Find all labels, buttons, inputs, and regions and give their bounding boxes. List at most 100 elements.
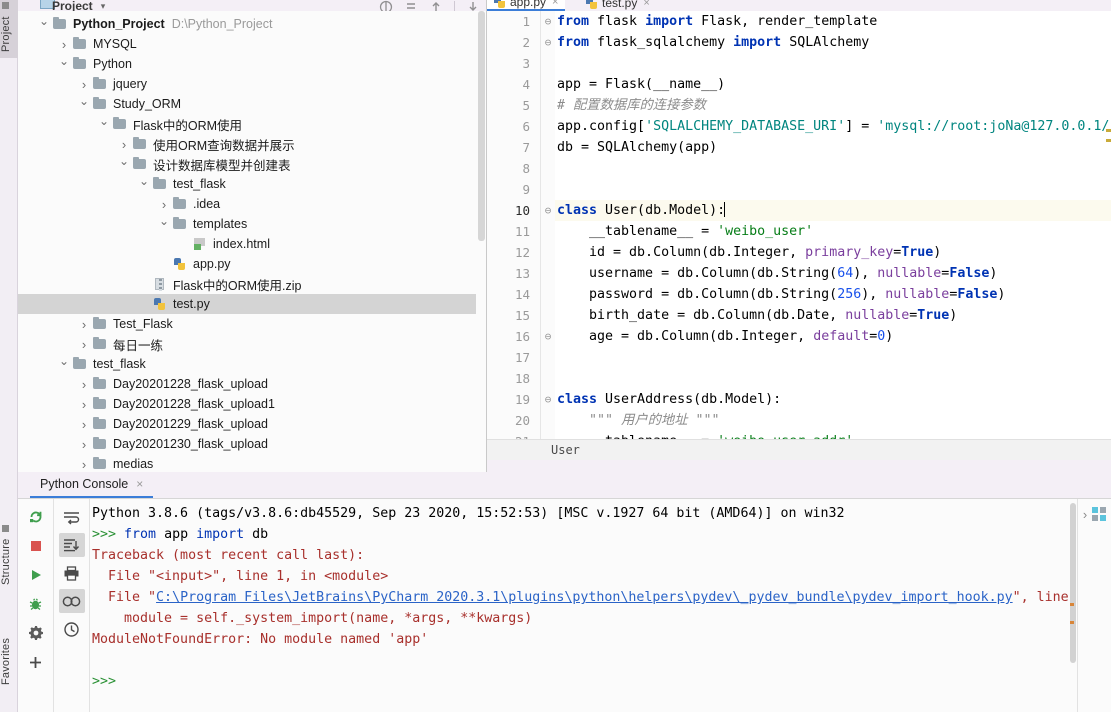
soft-wrap-icon[interactable] [59,505,85,529]
breadcrumb[interactable]: User [487,439,1111,460]
scrollbar-thumb[interactable] [478,11,485,241]
line-number[interactable]: 10 [487,200,540,221]
code-text-area[interactable]: from flask import Flask, render_template… [555,11,1111,439]
line-number[interactable]: 8 [487,158,540,179]
collapse-all-icon[interactable] [404,0,418,11]
line-number[interactable]: 6 [487,116,540,137]
tree-node[interactable]: test_flask [18,174,476,194]
chevron-right-icon[interactable] [156,198,172,211]
tree-node[interactable]: Study_ORM [18,94,476,114]
code-line[interactable]: username = db.Column(db.String(64), null… [555,263,1111,284]
code-line[interactable]: age = db.Column(db.Integer, default=0) [555,326,1111,347]
code-line[interactable]: id = db.Column(db.Integer, primary_key=T… [555,242,1111,263]
line-number[interactable]: 11 [487,221,540,242]
line-number[interactable]: 1 [487,11,540,32]
run-icon[interactable] [23,563,49,587]
tree-node[interactable]: test_flask [18,354,476,374]
code-line[interactable] [555,179,1111,200]
hide-icon[interactable] [466,0,480,11]
code-line[interactable]: app = Flask(__name__) [555,74,1111,95]
code-line[interactable]: birth_date = db.Column(db.Date, nullable… [555,305,1111,326]
tree-node[interactable]: Day20201229_flask_upload [18,414,476,434]
chevron-right-icon[interactable] [76,418,92,431]
chevron-right-icon[interactable] [76,338,92,351]
chevron-down-icon[interactable] [156,218,172,230]
show-variables-icon[interactable] [58,589,85,613]
chevron-down-icon[interactable]: ▾ [101,1,106,11]
fold-marker-icon[interactable]: ⊖ [541,389,555,410]
close-icon[interactable]: × [643,0,649,9]
chevron-right-icon[interactable] [76,318,92,331]
chevron-right-icon[interactable] [76,78,92,91]
fold-marker-icon[interactable]: ⊖ [541,326,555,347]
line-number[interactable]: 19 [487,389,540,410]
expand-icon[interactable] [429,0,443,11]
debug-icon[interactable] [23,592,49,616]
code-line[interactable] [555,53,1111,74]
line-number[interactable]: 4 [487,74,540,95]
chevron-down-icon[interactable] [116,158,132,170]
chevron-right-icon[interactable] [76,458,92,471]
close-icon[interactable]: × [552,0,558,8]
console-output[interactable]: Python 3.8.6 (tags/v3.8.6:db45529, Sep 2… [90,499,1069,712]
tree-node[interactable]: test.py [18,294,476,314]
code-folding-column[interactable]: ⊖ ⊖ ⊖ ⊖ ⊖ [541,11,555,439]
code-line[interactable]: class User(db.Model): [555,200,1111,221]
tree-node[interactable]: .idea [18,194,476,214]
tree-node[interactable]: jquery [18,74,476,94]
tree-node[interactable]: app.py [18,254,476,274]
chevron-down-icon[interactable] [36,18,52,30]
tree-node[interactable]: Python [18,54,476,74]
tree-node[interactable]: Flask中的ORM使用 [18,114,476,134]
settings-icon[interactable] [23,621,49,645]
scroll-to-end-icon[interactable] [58,533,85,557]
project-tree[interactable]: Python_Project D:\Python_Project MYSQL Pyth… [18,11,476,472]
tool-tab-structure[interactable]: Structure [0,516,18,594]
editor-tab-test-py[interactable]: test.py × [579,0,657,11]
code-line[interactable]: db = SQLAlchemy(app) [555,137,1111,158]
add-icon[interactable] [23,650,49,674]
chevron-right-icon[interactable] [116,138,132,151]
code-line[interactable] [555,347,1111,368]
project-tree-scrollbar[interactable] [476,11,486,472]
editor-tab-app-py[interactable]: app.py × [487,0,566,11]
code-line[interactable]: password = db.Column(db.String(256), nul… [555,284,1111,305]
code-line[interactable]: from flask_sqlalchemy import SQLAlchemy [555,32,1111,53]
chevron-right-icon[interactable]: › [1083,507,1087,522]
line-number[interactable]: 2 [487,32,540,53]
tree-node[interactable]: Day20201228_flask_upload [18,374,476,394]
print-icon[interactable] [59,561,85,585]
line-number[interactable]: 7 [487,137,540,158]
line-number[interactable]: 15 [487,305,540,326]
line-number[interactable]: 9 [487,179,540,200]
line-number[interactable]: 20 [487,410,540,431]
fold-marker-icon[interactable]: ⊖ [541,32,555,53]
tree-node[interactable]: 使用ORM查询数据并展示 [18,134,476,154]
tool-tab-favorites[interactable]: Favorites [0,618,18,704]
code-line[interactable]: app.config['SQLALCHEMY_DATABASE_URI'] = … [555,116,1111,137]
scrollbar-thumb[interactable] [1070,503,1076,663]
tree-node[interactable]: Flask中的ORM使用.zip [18,274,476,294]
line-number[interactable]: 5 [487,95,540,116]
code-line[interactable]: """ 用户的地址 """ [555,410,1111,431]
tree-node[interactable]: index.html [18,234,476,254]
line-number[interactable]: 16 [487,326,540,347]
code-line[interactable]: __tablename__ = 'weibo_user_addr' [555,431,1111,439]
locate-icon[interactable] [379,0,393,11]
code-line[interactable] [555,158,1111,179]
chevron-right-icon[interactable] [76,438,92,451]
line-number[interactable]: 21 [487,431,540,439]
history-icon[interactable] [59,617,85,641]
chevron-down-icon[interactable] [56,58,72,70]
console-tab[interactable]: Python Console × [30,472,154,498]
stop-icon[interactable] [23,534,49,558]
line-number[interactable]: 18 [487,368,540,389]
line-number[interactable]: 14 [487,284,540,305]
tree-node[interactable]: Python_Project D:\Python_Project [18,14,476,34]
tree-node[interactable]: 设计数据库模型并创建表 [18,154,476,174]
close-icon[interactable]: × [136,477,143,491]
chevron-down-icon[interactable] [136,178,152,190]
line-number[interactable]: 13 [487,263,540,284]
chevron-down-icon[interactable] [96,118,112,130]
code-line[interactable] [555,368,1111,389]
